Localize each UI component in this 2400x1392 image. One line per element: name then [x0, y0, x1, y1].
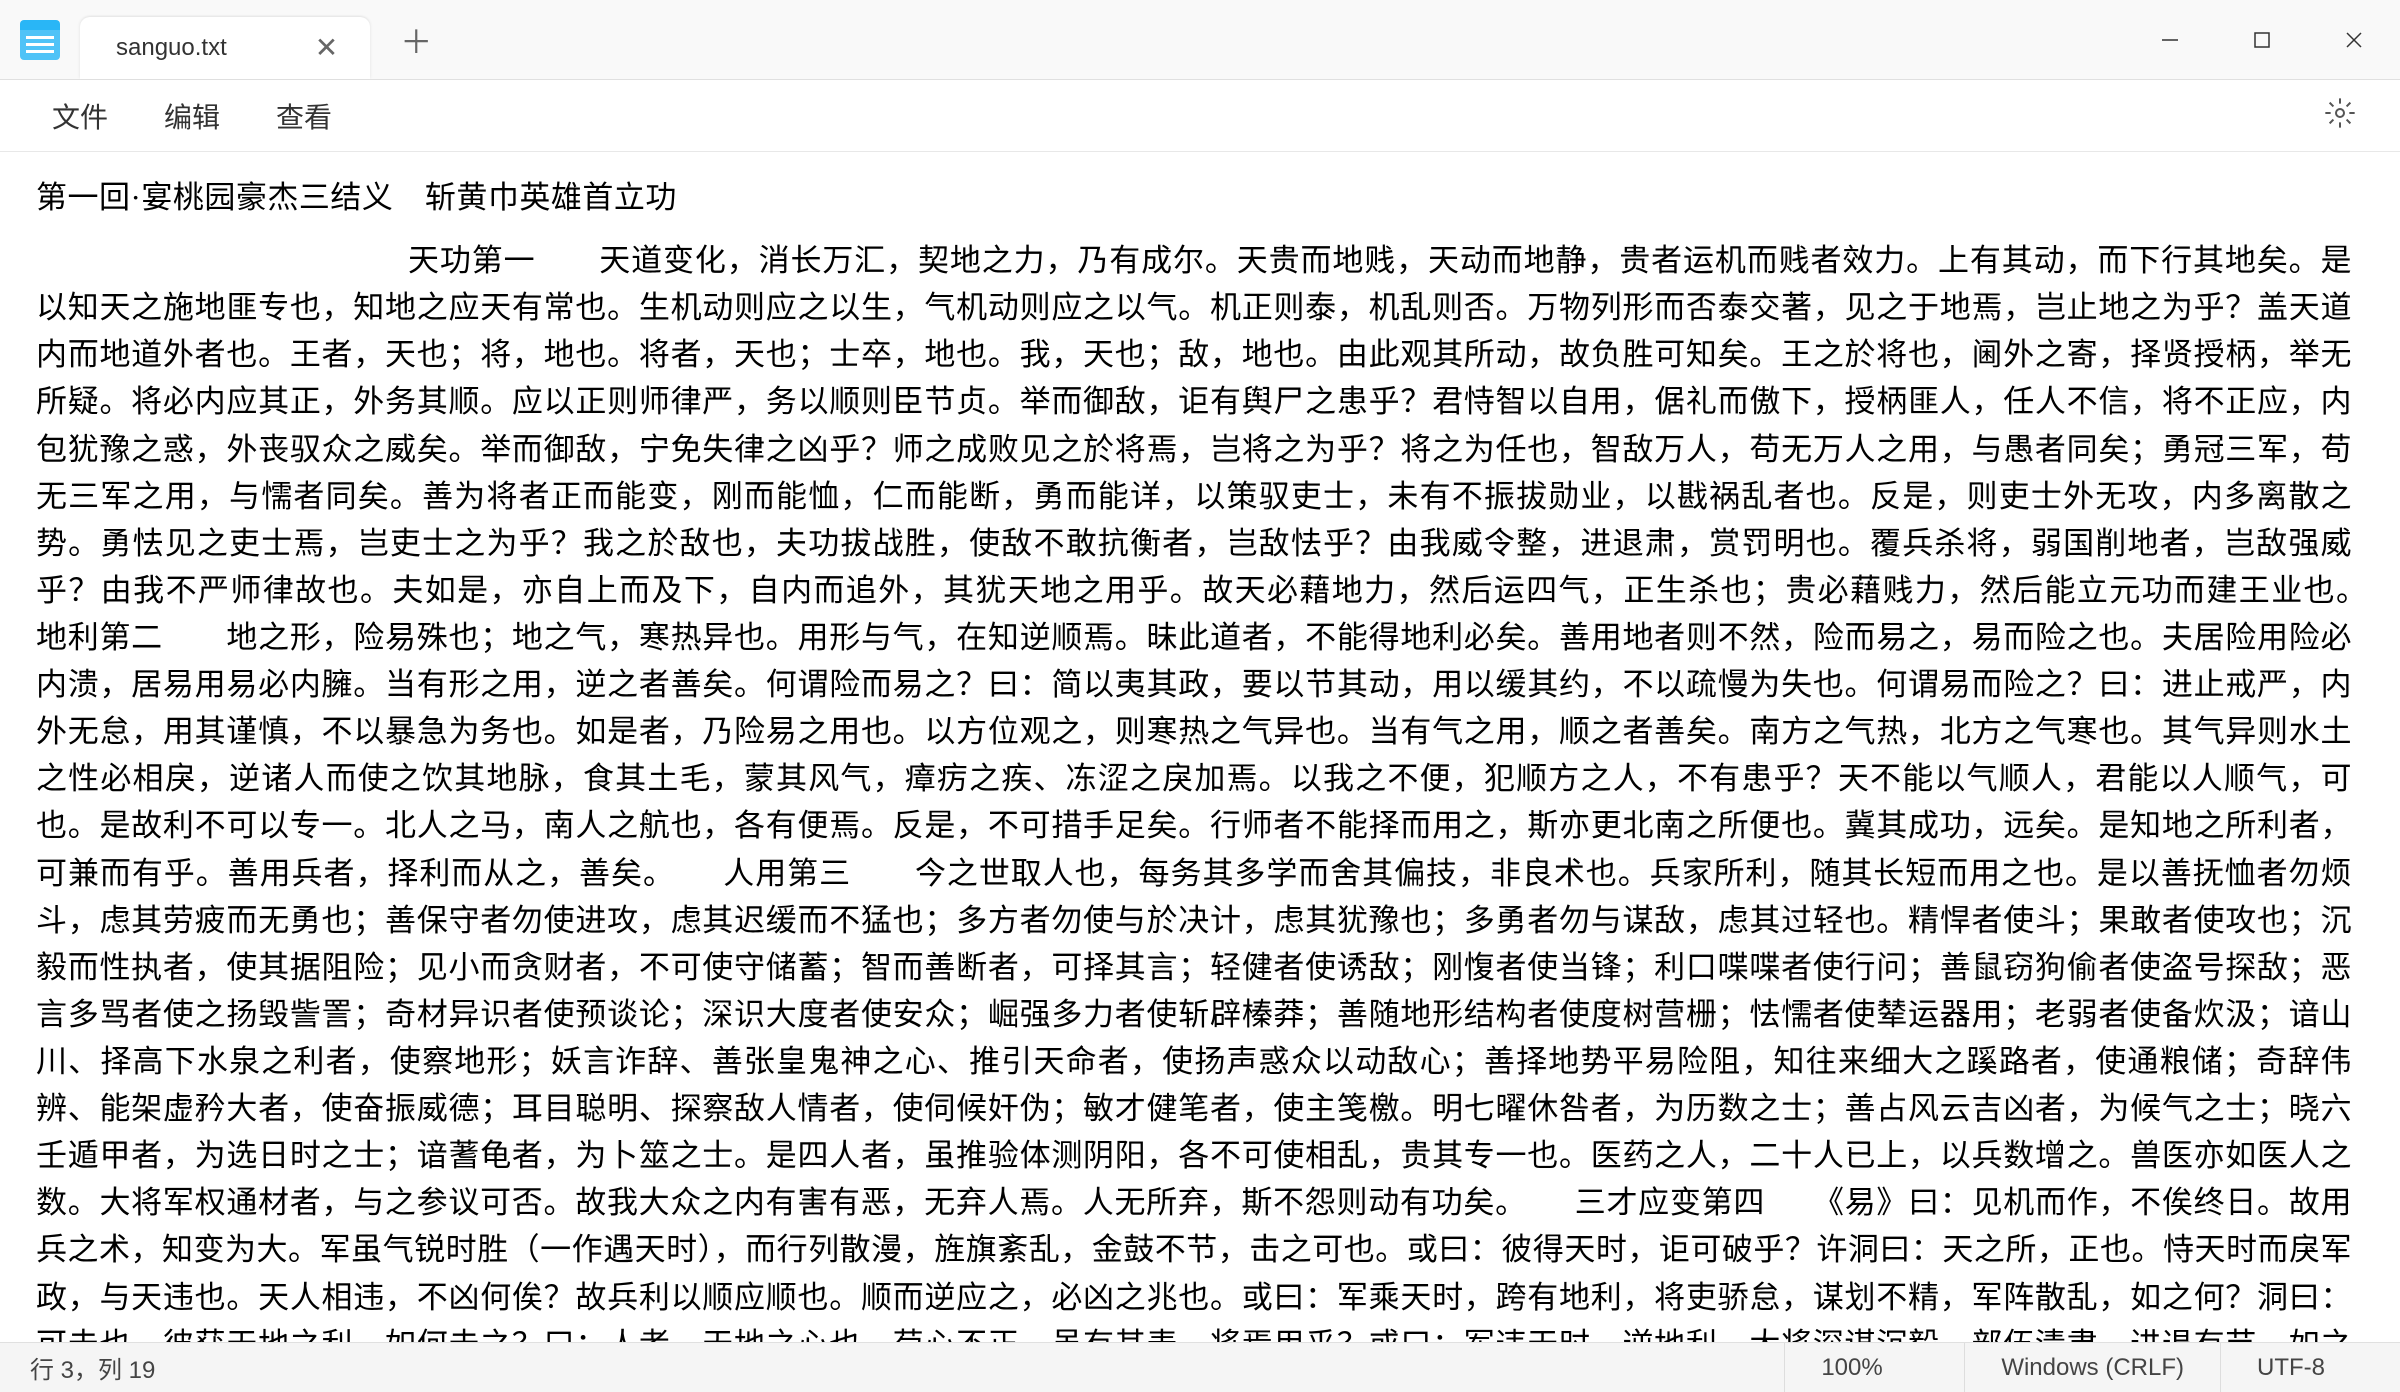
window-controls [2124, 0, 2400, 80]
document-body: 天功第一 天道变化，消长万汇，契地之力，乃有成尔。天贵而地贱，天动而地静，贵者运… [36, 237, 2352, 1342]
line-ending[interactable]: Windows (CRLF) [1964, 1343, 2220, 1392]
statusbar: 行 3，列 19 100% Windows (CRLF) UTF-8 [0, 1342, 2400, 1392]
encoding[interactable]: UTF-8 [2220, 1343, 2400, 1392]
new-tab-button[interactable]: ＋ [370, 17, 462, 63]
cursor-position: 行 3，列 19 [0, 1350, 1784, 1385]
document-title-line: 第一回·宴桃园豪杰三结义 斩黄巾英雄首立功 [36, 174, 2352, 221]
notepad-icon [20, 20, 60, 60]
gear-icon [2324, 97, 2356, 129]
maximize-icon [2252, 30, 2272, 50]
text-editor-content[interactable]: 第一回·宴桃园豪杰三结义 斩黄巾英雄首立功 天功第一 天道变化，消长万汇，契地之… [0, 152, 2400, 1342]
file-tab[interactable]: sanguo.txt ✕ [80, 17, 370, 79]
menu-file[interactable]: 文件 [24, 86, 136, 146]
menubar: 文件 编辑 查看 [0, 80, 2400, 152]
menu-edit[interactable]: 编辑 [136, 86, 248, 146]
tab-close-button[interactable]: ✕ [307, 30, 346, 66]
minimize-button[interactable] [2124, 0, 2216, 80]
menu-view[interactable]: 查看 [248, 86, 360, 146]
settings-button[interactable] [2304, 97, 2376, 134]
tab-title: sanguo.txt [116, 34, 227, 62]
minimize-icon [2160, 30, 2180, 50]
titlebar: sanguo.txt ✕ ＋ [0, 0, 2400, 80]
close-icon [2344, 30, 2364, 50]
app-icon [0, 0, 80, 80]
close-button[interactable] [2308, 0, 2400, 80]
zoom-level[interactable]: 100% [1784, 1343, 1964, 1392]
maximize-button[interactable] [2216, 0, 2308, 80]
